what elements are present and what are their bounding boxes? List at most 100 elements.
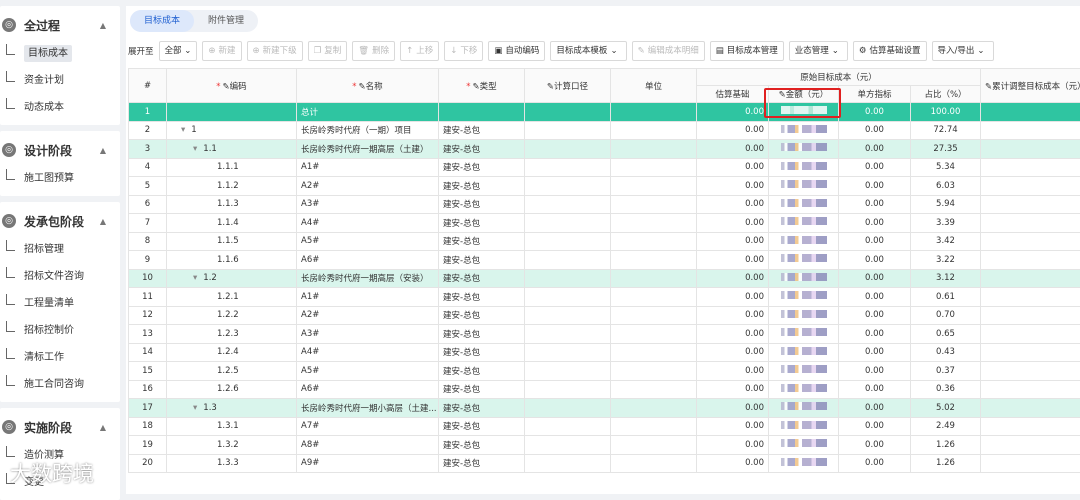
cell-code[interactable]: 1.1.2 <box>167 177 297 196</box>
table-row[interactable]: 61.1.3A3#建安-总包0.000.005.94 <box>129 195 1080 214</box>
cell-unit[interactable] <box>611 251 697 270</box>
cell-amount[interactable] <box>769 103 839 122</box>
sidebar-section-header[interactable]: ◎设计阶段▲ <box>0 135 120 165</box>
cell-amount[interactable] <box>769 436 839 455</box>
cell-code[interactable]: 1.3.3 <box>167 454 297 473</box>
expand-select[interactable]: 全部 ⌄ <box>159 41 198 61</box>
cell-code[interactable]: 1.1.5 <box>167 232 297 251</box>
table-row[interactable]: 2▾1长房岭秀时代府（一期）项目建安-总包0.000.0072.74 <box>129 121 1080 140</box>
cell-unit[interactable] <box>611 195 697 214</box>
cell-name[interactable]: 长房岭秀时代府（一期）项目 <box>297 121 439 140</box>
sidebar-item[interactable]: 招标控制价 <box>0 317 120 344</box>
cell-calc[interactable] <box>525 306 611 325</box>
cell-unit[interactable] <box>611 288 697 307</box>
cell-calc[interactable] <box>525 214 611 233</box>
cell-unit[interactable] <box>611 306 697 325</box>
cell-calc[interactable] <box>525 380 611 399</box>
cell-calc[interactable] <box>525 325 611 344</box>
cell-amount[interactable] <box>769 269 839 288</box>
cell-unit[interactable] <box>611 325 697 344</box>
cell-unit[interactable] <box>611 214 697 233</box>
cell-amount[interactable] <box>769 140 839 159</box>
cell-code[interactable] <box>167 103 297 122</box>
chevron-up-icon[interactable]: ▲ <box>100 146 106 155</box>
table-row[interactable]: 81.1.5A5#建安-总包0.000.003.42 <box>129 232 1080 251</box>
cell-type[interactable]: 建安-总包 <box>439 306 525 325</box>
cell-code[interactable]: 1.1.1 <box>167 158 297 177</box>
toolbar-button[interactable]: ⚙估算基础设置 <box>853 41 927 61</box>
cell-calc[interactable] <box>525 232 611 251</box>
table-row[interactable]: 91.1.6A6#建安-总包0.000.003.22 <box>129 251 1080 270</box>
cell-name[interactable]: A8# <box>297 436 439 455</box>
cell-amount[interactable] <box>769 232 839 251</box>
cell-name[interactable]: A3# <box>297 195 439 214</box>
cell-unit[interactable] <box>611 399 697 418</box>
cell-unit[interactable] <box>611 140 697 159</box>
cell-type[interactable]: 建安-总包 <box>439 380 525 399</box>
cell-calc[interactable] <box>525 288 611 307</box>
toolbar-button[interactable]: ⊕新建下级 <box>247 41 303 61</box>
cell-name[interactable]: 总计 <box>297 103 439 122</box>
caret-down-icon[interactable]: ▾ <box>181 125 185 135</box>
cell-unit[interactable] <box>611 121 697 140</box>
cell-calc[interactable] <box>525 158 611 177</box>
table-row[interactable]: 201.3.3A9#建安-总包0.000.001.26 <box>129 454 1080 473</box>
cell-code[interactable]: ▾1.2 <box>167 269 297 288</box>
cell-name[interactable]: A9# <box>297 454 439 473</box>
table-row[interactable]: 3▾1.1长房岭秀时代府一期高层（土建）建安-总包0.000.0027.35 <box>129 140 1080 159</box>
cell-type[interactable]: 建安-总包 <box>439 121 525 140</box>
toolbar-button[interactable]: ⊕新建 <box>202 41 241 61</box>
cell-name[interactable]: A4# <box>297 214 439 233</box>
table-row[interactable]: 161.2.6A6#建安-总包0.000.000.36 <box>129 380 1080 399</box>
cell-name[interactable]: A5# <box>297 232 439 251</box>
table-row[interactable]: 41.1.1A1#建安-总包0.000.005.34 <box>129 158 1080 177</box>
caret-down-icon[interactable]: ▾ <box>193 144 197 154</box>
cell-calc[interactable] <box>525 454 611 473</box>
sidebar-item[interactable]: 清标工作 <box>0 344 120 371</box>
sidebar-section-header[interactable]: ◎全过程▲ <box>0 10 120 40</box>
cell-unit[interactable] <box>611 343 697 362</box>
cell-type[interactable]: 建安-总包 <box>439 325 525 344</box>
cell-unit[interactable] <box>611 436 697 455</box>
cell-type[interactable]: 建安-总包 <box>439 214 525 233</box>
cell-type[interactable]: 建安-总包 <box>439 140 525 159</box>
cell-code[interactable]: 1.2.3 <box>167 325 297 344</box>
cell-type[interactable]: 建安-总包 <box>439 288 525 307</box>
cell-calc[interactable] <box>525 417 611 436</box>
col-type[interactable]: *✎类型 <box>439 69 525 103</box>
cell-amount[interactable] <box>769 417 839 436</box>
cell-code[interactable]: ▾1 <box>167 121 297 140</box>
cell-code[interactable]: 1.2.6 <box>167 380 297 399</box>
sidebar-item[interactable]: 施工图预算 <box>0 165 120 192</box>
cell-calc[interactable] <box>525 269 611 288</box>
chevron-up-icon[interactable]: ▲ <box>100 21 106 30</box>
cell-name[interactable]: A4# <box>297 343 439 362</box>
cell-code[interactable]: ▾1.3 <box>167 399 297 418</box>
cell-type[interactable]: 建安-总包 <box>439 417 525 436</box>
cell-type[interactable]: 建安-总包 <box>439 177 525 196</box>
table-row[interactable]: 10▾1.2长房岭秀时代府一期高层（安装）建安-总包0.000.003.12 <box>129 269 1080 288</box>
toolbar-button[interactable]: 目标成本模板⌄ <box>550 41 626 61</box>
table-row[interactable]: 131.2.3A3#建安-总包0.000.000.65 <box>129 325 1080 344</box>
cell-amount[interactable] <box>769 306 839 325</box>
cell-amount[interactable] <box>769 325 839 344</box>
cell-unit[interactable] <box>611 269 697 288</box>
cell-calc[interactable] <box>525 251 611 270</box>
cell-type[interactable]: 建安-总包 <box>439 158 525 177</box>
cell-code[interactable]: 1.3.1 <box>167 417 297 436</box>
cell-amount[interactable] <box>769 288 839 307</box>
col-name[interactable]: *✎名称 <box>297 69 439 103</box>
cell-unit[interactable] <box>611 177 697 196</box>
sidebar-section-header[interactable]: ◎发承包阶段▲ <box>0 206 120 236</box>
toolbar-button[interactable]: ▣自动编码 <box>488 41 545 61</box>
cell-name[interactable]: A6# <box>297 251 439 270</box>
table-row[interactable]: 1总计0.000.00100.00 <box>129 103 1080 122</box>
caret-down-icon[interactable]: ▾ <box>193 403 197 413</box>
cell-code[interactable]: ▾1.1 <box>167 140 297 159</box>
cell-type[interactable]: 建安-总包 <box>439 269 525 288</box>
toolbar-button[interactable]: 🗑删除 <box>352 41 395 61</box>
table-row[interactable]: 71.1.4A4#建安-总包0.000.003.39 <box>129 214 1080 233</box>
cell-type[interactable]: 建安-总包 <box>439 343 525 362</box>
cell-calc[interactable] <box>525 436 611 455</box>
cell-calc[interactable] <box>525 121 611 140</box>
